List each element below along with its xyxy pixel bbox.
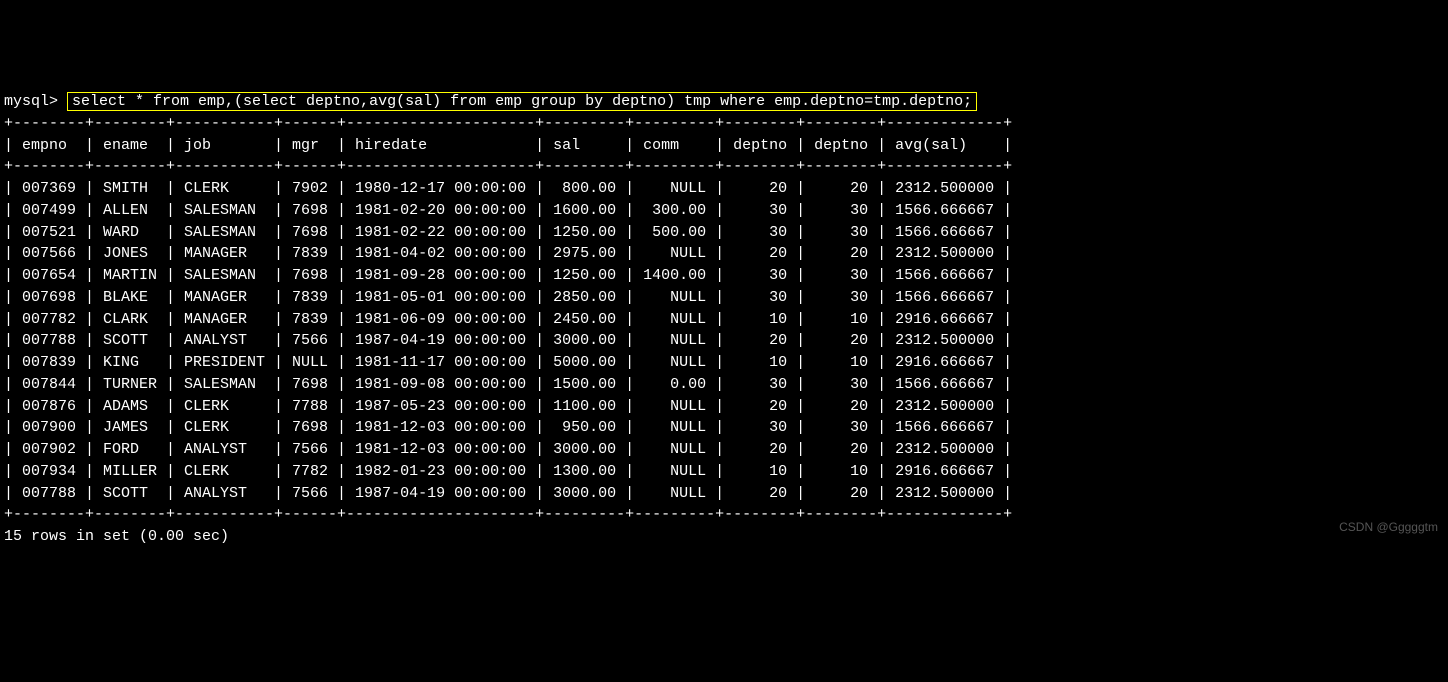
table-border-top: +--------+--------+-----------+------+--…: [4, 115, 1012, 132]
table-border-mid: +--------+--------+-----------+------+--…: [4, 158, 1012, 175]
result-footer: 15 rows in set (0.00 sec): [4, 528, 229, 545]
watermark: CSDN @Gggggtm: [1339, 519, 1438, 536]
table-border-bot: +--------+--------+-----------+------+--…: [4, 506, 1012, 523]
mysql-prompt: mysql>: [4, 93, 67, 110]
table-header: | empno | ename | job | mgr | hiredate |…: [4, 137, 1012, 154]
sql-query: select * from emp,(select deptno,avg(sal…: [67, 92, 977, 111]
table-body: | 007369 | SMITH | CLERK | 7902 | 1980-1…: [4, 180, 1012, 502]
